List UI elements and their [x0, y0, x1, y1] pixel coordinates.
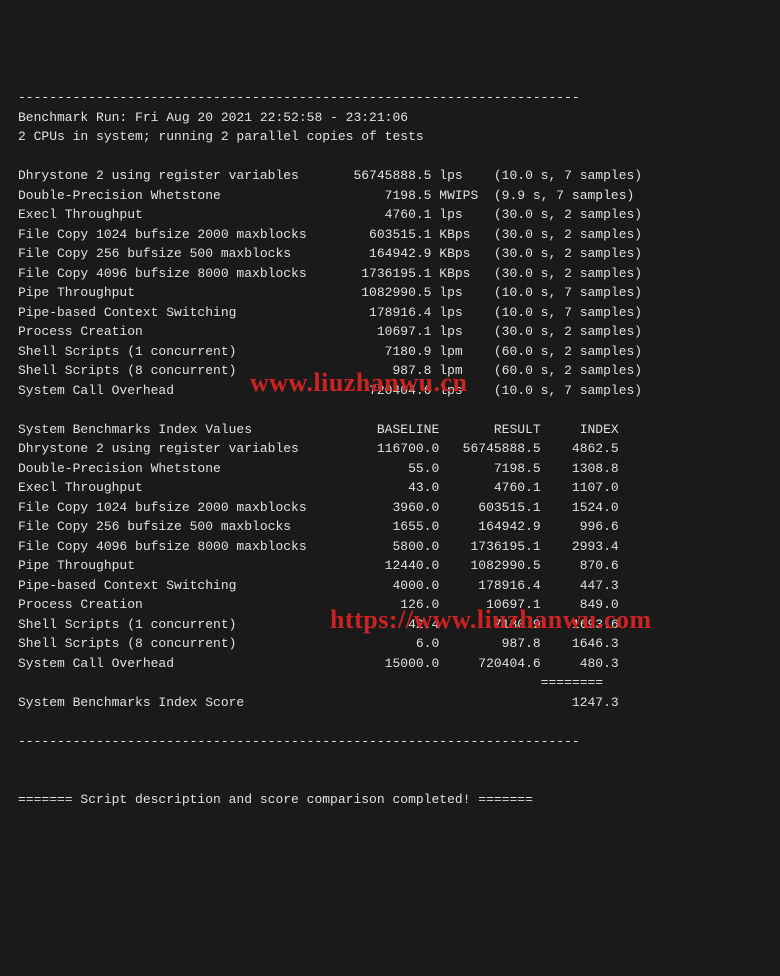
terminal-output: ----------------------------------------…: [18, 88, 762, 810]
